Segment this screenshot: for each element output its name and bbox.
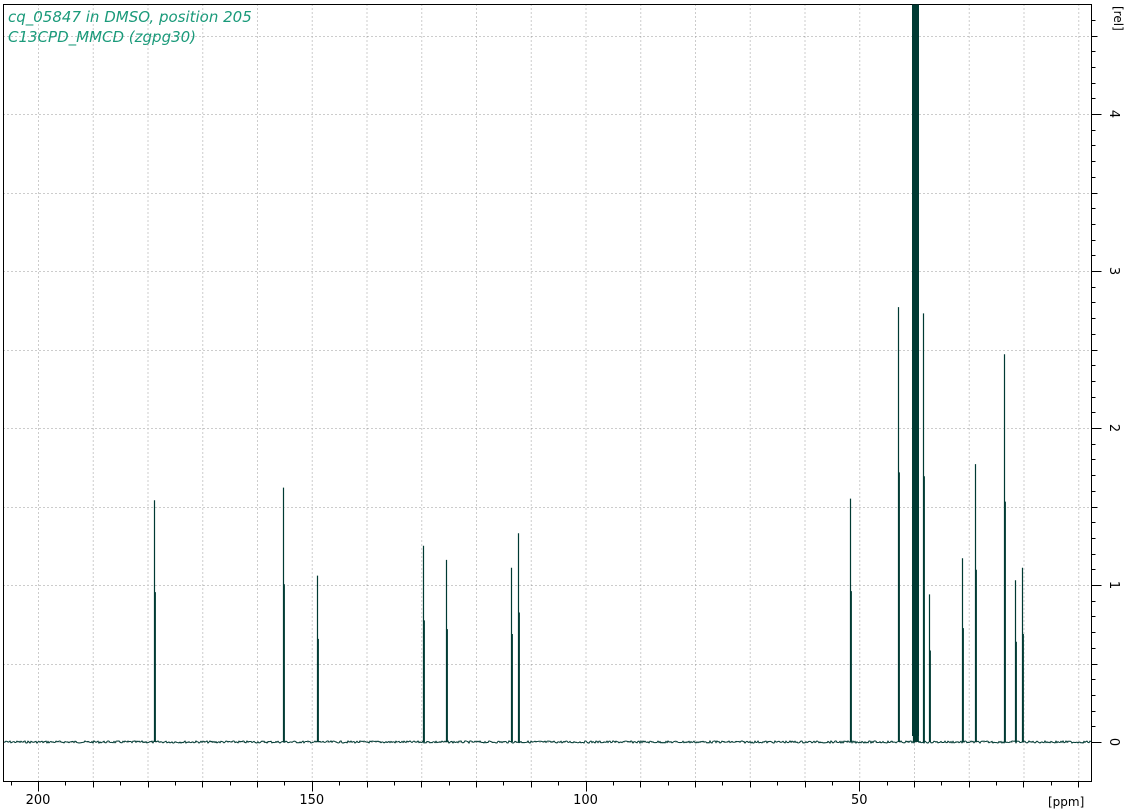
x-tick-label: 50	[851, 793, 868, 808]
y-tick-label: 1	[1106, 581, 1121, 589]
y-tick-label: 4	[1106, 110, 1121, 118]
title-line-1: cq_05847 in DMSO, position 205	[8, 8, 252, 27]
title-line-2: C13CPD_MMCD (zgpg30)	[8, 28, 196, 47]
solvent-peak-body	[912, 4, 919, 736]
x-tick-label: 200	[26, 793, 51, 808]
y-tick-label: 2	[1106, 424, 1121, 432]
x-tick-label: 100	[573, 793, 598, 808]
nmr-spectrum-chart: 200 150 100 50 0 1 2 3 4 cq_05847 in DMSO, posi…	[0, 0, 1124, 811]
x-tick-label: 150	[299, 793, 324, 808]
x-axis-unit-label: [ppm]	[1048, 795, 1084, 809]
y-tick-label: 0	[1106, 738, 1121, 746]
y-axis-unit-label: [rel]	[1111, 6, 1124, 31]
y-tick-label: 3	[1106, 267, 1121, 275]
